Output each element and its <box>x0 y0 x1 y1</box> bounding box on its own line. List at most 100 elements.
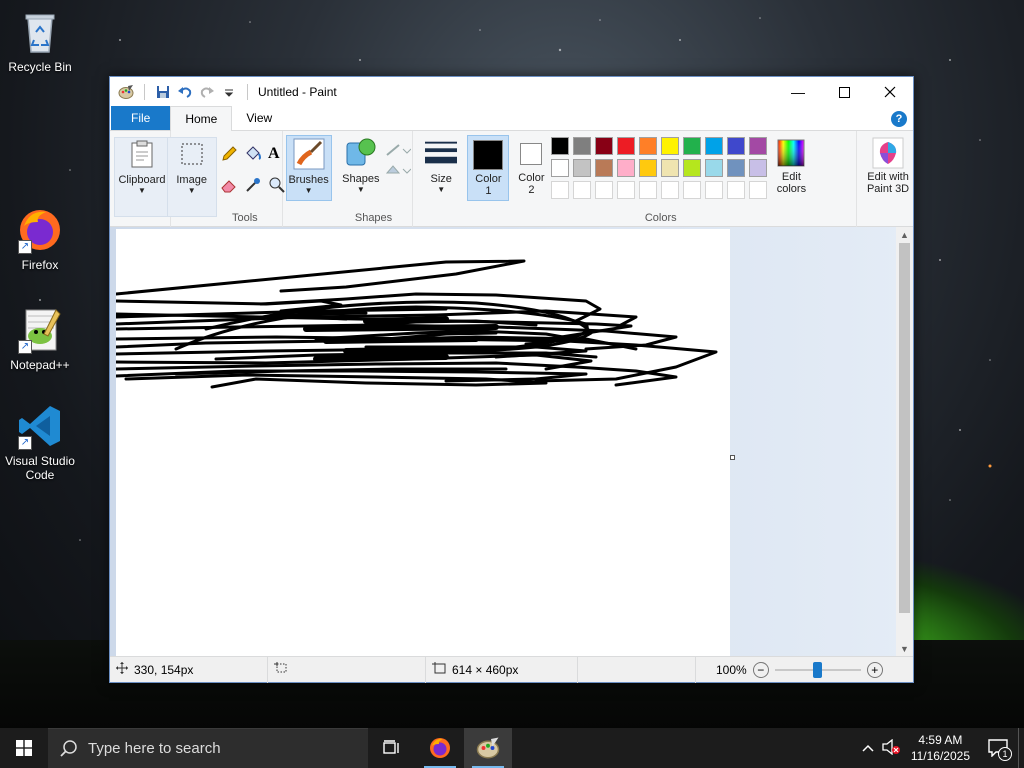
customize-qat-icon[interactable] <box>221 84 237 100</box>
size-button[interactable]: Size ▼ <box>419 137 463 194</box>
task-view-button[interactable] <box>368 728 416 768</box>
palette-custom-slot[interactable] <box>573 181 592 199</box>
color2-button[interactable]: Color 2 <box>511 135 551 201</box>
brush-icon <box>293 138 325 170</box>
desktop-icon-recycle-bin[interactable]: Recycle Bin <box>0 8 80 74</box>
scroll-down-icon[interactable]: ▼ <box>896 641 913 657</box>
undo-icon[interactable] <box>177 84 193 100</box>
color2-label: Color <box>518 172 545 184</box>
paint-app-icon <box>476 737 500 759</box>
fill-icon[interactable] <box>385 163 412 180</box>
zoom-slider[interactable] <box>774 661 861 678</box>
palette-swatch[interactable] <box>595 137 614 155</box>
palette-swatch[interactable] <box>705 159 724 177</box>
scroll-up-icon[interactable]: ▲ <box>896 227 913 243</box>
palette-custom-slot[interactable] <box>661 181 680 199</box>
palette-swatch[interactable] <box>573 159 592 177</box>
volume-button[interactable] <box>879 738 903 758</box>
paint3d-label: Edit with <box>867 171 909 183</box>
palette-swatch[interactable] <box>749 159 768 177</box>
edit-colors-button[interactable]: Edit colors <box>771 137 811 195</box>
palette-custom-slot[interactable] <box>727 181 746 199</box>
pencil-icon[interactable] <box>220 145 244 166</box>
brushes-label: Brushes <box>288 174 329 186</box>
clipboard-button[interactable]: Clipboard ▼ <box>114 137 170 217</box>
desktop-icon-label: Visual Studio Code <box>5 454 75 482</box>
outline-icon[interactable] <box>385 143 412 160</box>
desktop-icon-firefox[interactable]: ↗ Firefox <box>0 206 80 272</box>
palette-custom-slot[interactable] <box>617 181 636 199</box>
help-icon[interactable]: ? <box>891 111 907 127</box>
palette-swatch[interactable] <box>595 159 614 177</box>
palette-swatch[interactable] <box>551 137 570 155</box>
palette-swatch[interactable] <box>639 137 658 155</box>
edit-with-paint3d-button[interactable]: Edit with Paint 3D <box>861 137 915 195</box>
tab-home[interactable]: Home <box>170 106 233 131</box>
palette-custom-slot[interactable] <box>705 181 724 199</box>
notifications-button[interactable]: 1 <box>978 739 1018 761</box>
color-picker-icon[interactable] <box>244 176 268 197</box>
scrollbar-thumb[interactable] <box>899 243 910 613</box>
palette-swatch[interactable] <box>551 159 570 177</box>
palette-swatch[interactable] <box>683 159 702 177</box>
drawing-canvas[interactable] <box>114 229 730 657</box>
title-bar[interactable]: Untitled - Paint — <box>110 77 913 107</box>
palette-swatch[interactable] <box>661 137 680 155</box>
vscode-icon: ↗ <box>16 402 64 450</box>
taskbar-firefox[interactable] <box>416 728 464 768</box>
show-desktop-button[interactable] <box>1018 728 1024 768</box>
palette-swatch[interactable] <box>727 159 746 177</box>
close-button[interactable] <box>867 77 913 107</box>
save-icon[interactable] <box>155 84 171 100</box>
minimize-icon: — <box>791 84 805 100</box>
palette-swatch[interactable] <box>661 159 680 177</box>
palette-custom-slot[interactable] <box>749 181 768 199</box>
window-title: Untitled - Paint <box>258 85 337 99</box>
scribble-drawing <box>114 259 718 389</box>
tab-file[interactable]: File <box>111 106 171 130</box>
palette-custom-slot[interactable] <box>639 181 658 199</box>
canvas-resize-handle[interactable] <box>730 455 735 460</box>
zoom-slider-thumb[interactable] <box>813 661 823 678</box>
canvas-area[interactable]: ▲ ▼ <box>110 227 913 657</box>
desktop-icon-notepadpp[interactable]: ↗ Notepad++ <box>0 306 80 372</box>
minimize-button[interactable]: — <box>775 77 821 107</box>
brushes-button[interactable]: Brushes ▼ <box>285 135 332 201</box>
taskbar-paint[interactable] <box>464 728 512 768</box>
tab-view[interactable]: View <box>232 106 286 130</box>
desktop-icon-label: Recycle Bin <box>8 60 72 74</box>
palette-custom-slot[interactable] <box>595 181 614 199</box>
palette-swatch[interactable] <box>573 137 592 155</box>
palette-custom-slot[interactable] <box>683 181 702 199</box>
color1-button[interactable]: Color 1 <box>467 135 510 201</box>
close-icon <box>884 86 896 98</box>
palette-swatch[interactable] <box>617 159 636 177</box>
zoom-in-button[interactable]: + <box>866 661 883 678</box>
palette-custom-slot[interactable] <box>551 181 570 199</box>
shapes-button[interactable]: Shapes ▼ <box>339 137 383 194</box>
desktop-icon-vscode[interactable]: ↗ Visual Studio Code <box>0 402 80 482</box>
vertical-scrollbar[interactable]: ▲ ▼ <box>896 227 913 657</box>
palette-swatch[interactable] <box>705 137 724 155</box>
palette-swatch[interactable] <box>749 137 768 155</box>
palette-swatch[interactable] <box>683 137 702 155</box>
palette-swatch[interactable] <box>639 159 658 177</box>
eraser-icon[interactable] <box>220 176 244 197</box>
palette-swatch[interactable] <box>617 137 636 155</box>
firefox-icon <box>430 738 450 758</box>
clock[interactable]: 4:59 AM 11/16/2025 <box>903 732 978 764</box>
maximize-button[interactable] <box>821 77 867 107</box>
windows-logo-icon <box>16 740 32 756</box>
fill-bucket-icon[interactable] <box>244 145 268 166</box>
shapes-icon <box>345 137 377 169</box>
zoom-out-button[interactable]: − <box>752 661 769 678</box>
chevron-down-icon: ▼ <box>304 186 313 195</box>
speaker-muted-icon <box>882 738 900 755</box>
taskbar-search-box[interactable]: Type here to search <box>48 728 368 768</box>
redo-icon[interactable] <box>199 84 215 100</box>
show-hidden-icons-button[interactable] <box>857 741 879 755</box>
paint-app-icon[interactable] <box>118 84 134 100</box>
start-button[interactable] <box>0 728 48 768</box>
colors-group-label: Colors <box>644 212 677 224</box>
palette-swatch[interactable] <box>727 137 746 155</box>
